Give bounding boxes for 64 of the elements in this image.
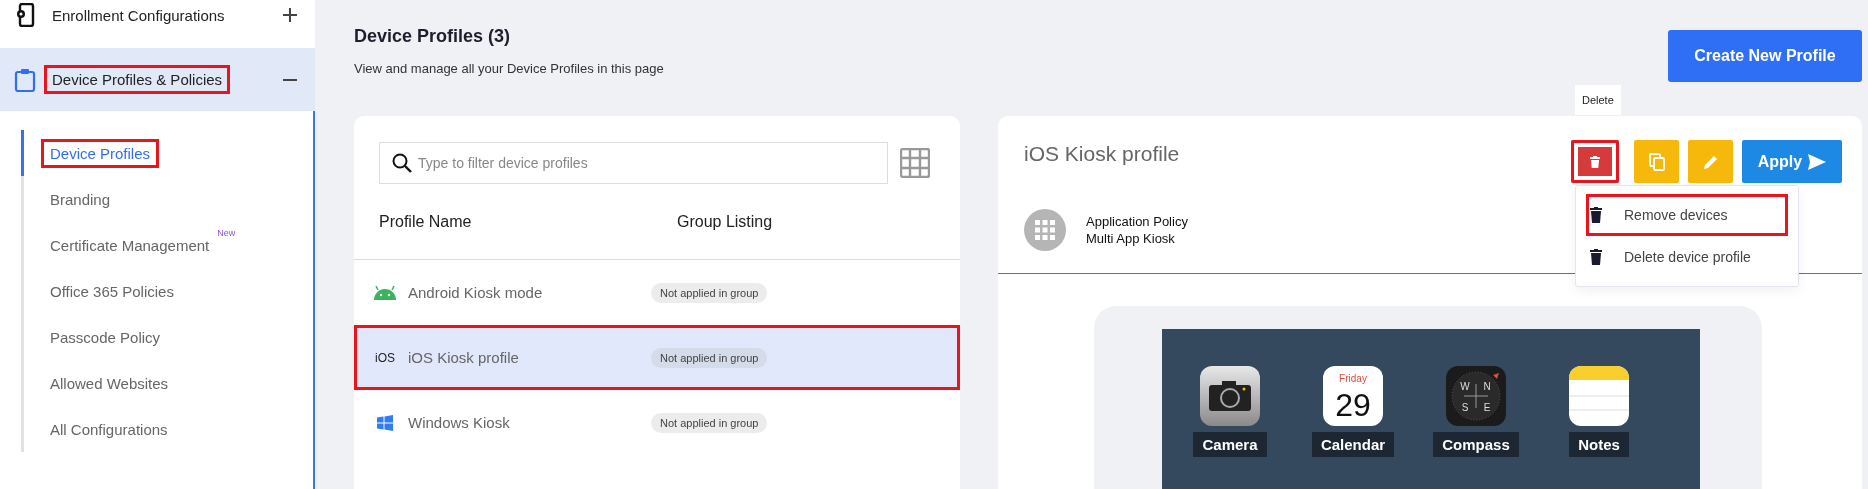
sidebar-subitem[interactable]: Allowed Websites xyxy=(50,374,169,392)
pencil-icon xyxy=(1702,153,1719,170)
search-field[interactable]: Type to filter device profiles xyxy=(379,142,888,184)
policy-mode: Multi App Kiosk xyxy=(1086,230,1176,246)
profile-row[interactable]: Windows Kiosk Not applied in group xyxy=(354,390,960,455)
delete-button[interactable] xyxy=(1571,140,1619,183)
camera-app-icon xyxy=(1200,366,1260,426)
copy-button[interactable] xyxy=(1634,140,1679,183)
trash-icon xyxy=(1590,207,1602,223)
minus-icon xyxy=(283,78,297,81)
android-icon xyxy=(373,285,397,300)
sidebar-subitem[interactable]: Office 365 Policies xyxy=(50,282,174,300)
ios-label: iOS xyxy=(375,350,395,365)
column-header: Group Listing xyxy=(677,212,774,231)
send-icon xyxy=(1808,153,1827,170)
notes-app-icon xyxy=(1569,366,1629,426)
clipboard-icon xyxy=(14,67,36,92)
profile-title: iOS Kiosk profile xyxy=(1024,142,1180,167)
app-label: Compass xyxy=(1433,432,1519,457)
app-label: Calendar xyxy=(1311,432,1395,457)
sidebar-subitem[interactable]: Certificate Management xyxy=(50,236,210,254)
profile-name: Windows Kiosk xyxy=(408,414,511,431)
edit-button[interactable] xyxy=(1688,140,1733,183)
grid-view-icon xyxy=(900,148,930,178)
trash-icon xyxy=(1590,249,1602,265)
policy-type: Application Policy xyxy=(1086,213,1188,229)
sidebar-subitem[interactable]: Branding xyxy=(50,190,111,208)
compass-letter: S xyxy=(1461,402,1469,413)
apply-button[interactable]: Apply xyxy=(1742,140,1842,183)
page-subtitle: View and manage all your Device Profiles in this page xyxy=(354,61,664,76)
menu-item[interactable]: Delete device profile xyxy=(1576,236,1798,278)
column-header: Profile Name xyxy=(379,212,473,231)
sidebar-subitem[interactable]: Device Profiles xyxy=(41,138,160,168)
create-profile-button[interactable]: Create New Profile xyxy=(1668,30,1862,82)
app-label: Notes xyxy=(1569,432,1629,457)
compass-letter: W xyxy=(1460,381,1470,392)
grid-icon xyxy=(1035,219,1055,240)
page-title: Device Profiles (3) xyxy=(354,26,512,47)
group-status-tag: Not applied in group xyxy=(651,347,768,368)
trash-icon xyxy=(1590,155,1600,168)
new-label: New xyxy=(217,228,236,238)
compass-dial-drawing xyxy=(1446,366,1506,426)
app-label: Camera xyxy=(1193,432,1267,457)
search-icon xyxy=(391,152,413,174)
profile-name: iOS Kiosk profile xyxy=(408,349,520,366)
tooltip: Delete xyxy=(1575,85,1621,115)
calendar-date: 29 xyxy=(1335,387,1371,423)
phone-gear-icon xyxy=(14,3,36,27)
copy-icon xyxy=(1648,152,1665,171)
profile-name: Android Kiosk mode xyxy=(408,284,544,301)
sidebar-subitem[interactable]: Passcode Policy xyxy=(50,328,161,346)
compass-letter: N xyxy=(1483,381,1491,392)
profile-row[interactable]: Android Kiosk mode Not applied in group xyxy=(354,260,960,325)
sidebar-item[interactable]: Device Profiles & Policies xyxy=(0,48,315,111)
compass-letter: E xyxy=(1483,402,1491,413)
group-status-tag: Not applied in group xyxy=(651,282,768,303)
sidebar-subitem[interactable]: All Configurations xyxy=(50,420,168,438)
calendar-day: Friday xyxy=(1339,373,1367,384)
menu-item[interactable]: Remove devices xyxy=(1586,194,1788,236)
group-status-tag: Not applied in group xyxy=(651,412,768,433)
profile-row[interactable]: iOS iOS Kiosk profile Not applied in group xyxy=(354,325,960,390)
windows-icon xyxy=(377,414,393,431)
plus-icon xyxy=(283,8,297,22)
sidebar-item[interactable]: Enrollment Configurations xyxy=(0,0,315,30)
